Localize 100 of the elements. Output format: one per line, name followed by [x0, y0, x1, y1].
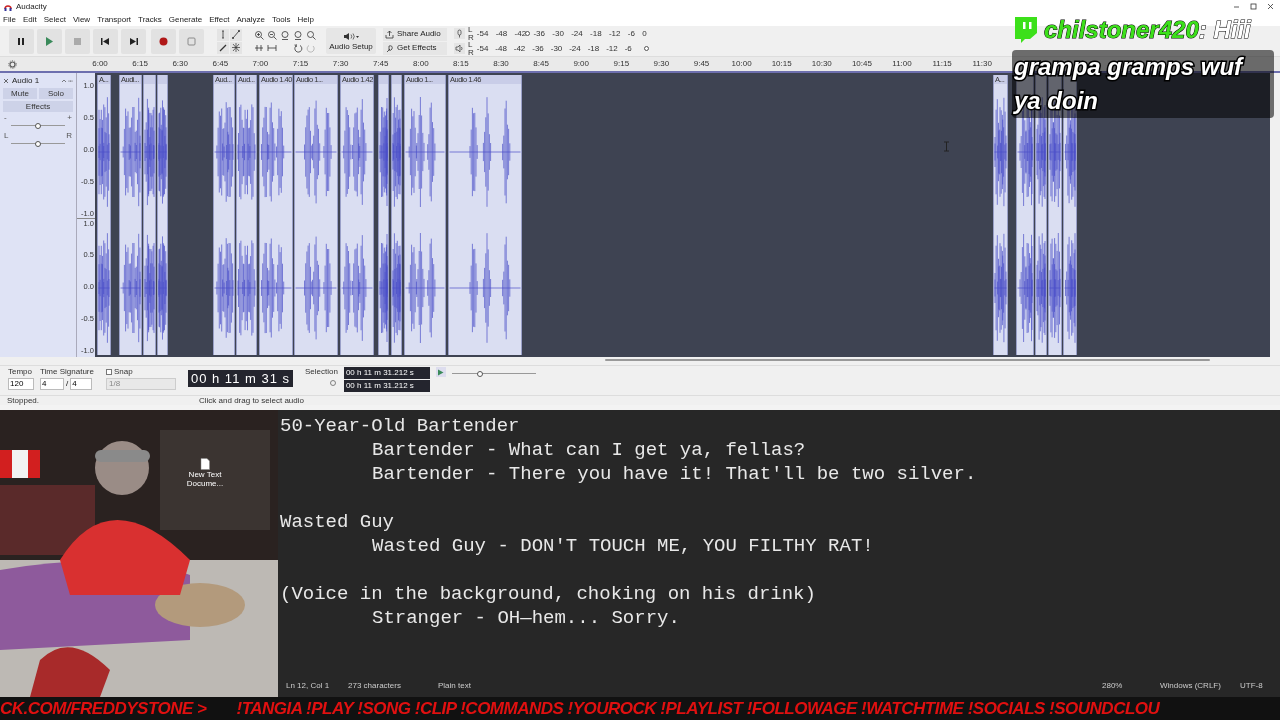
meter-scale-label: -54 — [476, 29, 489, 38]
menu-item[interactable]: File — [3, 14, 16, 25]
text-line: 50-Year-Old Bartender — [280, 414, 520, 438]
share-audio-button[interactable]: Share Audio — [383, 27, 447, 41]
time-tick-label: 8:30 — [493, 59, 509, 69]
get-effects-button[interactable]: Get Effects — [383, 41, 447, 55]
time-tick-label: 6:00 — [92, 59, 108, 69]
menu-item[interactable]: Transport — [97, 14, 132, 25]
time-tick-label: 8:00 — [413, 59, 429, 69]
time-display[interactable]: 00 h 11 m 31 s — [187, 370, 293, 387]
channel-label: L — [468, 41, 474, 49]
beats-field[interactable]: 4 — [40, 378, 64, 390]
status-text: Stopped. — [7, 396, 40, 405]
slider-label: R — [66, 132, 72, 140]
meter-scale-label: -42 — [514, 29, 527, 38]
channel-label: R — [468, 33, 474, 41]
time-tick-label: 7:15 — [292, 59, 309, 69]
slider-label: L — [4, 132, 9, 140]
chat-message: grampa gramps wuf ya doin — [1012, 50, 1274, 118]
menu-item[interactable]: Generate — [168, 14, 203, 25]
meter-scale-label: -24 — [571, 29, 583, 38]
menu-item[interactable]: Effect — [209, 14, 230, 25]
time-tick-label: 11:30 — [972, 59, 992, 69]
time-tick-label: 6:30 — [172, 59, 188, 69]
text-line: Bartender - What can I get ya, fellas? — [372, 438, 806, 462]
time-tick-label: 6:15 — [132, 59, 148, 69]
separator-label: / — [66, 378, 69, 390]
menu-item[interactable]: Tools — [271, 14, 291, 25]
menu-item[interactable]: Edit — [22, 14, 37, 25]
selection-end-field[interactable]: 00 h 11 m 31.212 s — [343, 380, 430, 392]
time-tick-label: 10:30 — [811, 59, 832, 69]
status-text: Plain text — [438, 680, 472, 692]
desktop-icon-label[interactable]: New Text Docume... — [180, 470, 230, 488]
time-tick-label: 7:00 — [252, 59, 269, 69]
checkbox-label: Snap — [113, 367, 133, 377]
time-tick-label: 6:45 — [212, 59, 229, 69]
mute-button[interactable]: Mute — [3, 88, 37, 99]
time-tick-label: 9:15 — [613, 59, 630, 69]
track-name[interactable]: Audio 1 — [12, 76, 58, 86]
status-text: Ln 12, Col 1 — [286, 680, 331, 692]
status-text: Click and drag to select audio — [199, 396, 304, 405]
meter-scale-label: -18 — [587, 44, 600, 53]
text-line: Stranger - OH—hem... Sorry. — [372, 606, 680, 630]
text-line: (Voice in the background, choking on his drink) — [280, 582, 816, 606]
time-tick-label: 10:45 — [851, 59, 872, 69]
meter-scale-label: -6 — [627, 29, 635, 38]
meter-scale-label: -36 — [532, 44, 544, 53]
meter-scale-label: -48 — [495, 29, 508, 38]
channel-label: R — [468, 48, 474, 56]
meter-scale-label: -30 — [550, 44, 563, 53]
meter-scale-label: -6 — [624, 44, 632, 53]
channel-label: L — [468, 26, 474, 34]
meter-scale-label: -42 — [513, 44, 526, 53]
status-text: 280% — [1102, 680, 1124, 692]
meter-scale-label: -54 — [476, 44, 489, 53]
menu-item[interactable]: Tracks — [138, 14, 162, 25]
audio-setup-button[interactable]: Audio Setup — [326, 28, 376, 54]
status-text: 273 characters — [348, 680, 402, 692]
solo-button[interactable]: Solo — [39, 88, 73, 99]
menu-item[interactable]: View — [72, 14, 91, 25]
time-tick-label: 10:15 — [771, 59, 792, 69]
time-tick-label: 7:30 — [332, 59, 349, 69]
meter-scale-label: -18 — [590, 29, 602, 38]
ticker-text: CK.COM/FREDDYSTONE > — [0, 698, 207, 720]
status-text: Windows (CRLF) — [1160, 680, 1222, 692]
meter-scale-label: -24 — [569, 44, 581, 53]
meter-scale-label: -30 — [552, 29, 564, 38]
time-tick-label: 7:45 — [372, 59, 389, 69]
time-tick-label: 11:00 — [892, 59, 912, 69]
meter-scale-label: 0 — [642, 29, 647, 38]
window-title: Audacity — [16, 1, 47, 12]
text-line: Wasted Guy — [280, 510, 395, 534]
menu-item[interactable]: Select — [43, 14, 66, 25]
chat-message: chilstoner420: Hiii — [1044, 15, 1251, 45]
effects-button[interactable]: Effects — [3, 101, 73, 112]
selection-start-field[interactable]: 00 h 11 m 31.212 s — [343, 367, 430, 379]
menu-item[interactable]: Help — [297, 14, 315, 25]
ticker-text: !TANGIA !PLAY !SONG !CLIP !COMMANDS !YOUROCK !PLAYLIST !FOLLOWAGE !WATCHTIME !SOCIALS !SOUNDCLOU — [236, 698, 1160, 720]
meter-scale-label: -36 — [533, 29, 545, 38]
field-label: Time Signature — [40, 367, 94, 377]
time-tick-label: 9:00 — [573, 59, 589, 69]
time-tick-label: 9:45 — [693, 59, 710, 69]
slider-label: - — [4, 114, 7, 122]
tempo-field[interactable]: 120 — [8, 378, 34, 390]
menu-item[interactable]: Analyze — [236, 14, 265, 25]
time-tick-label: 9:30 — [653, 59, 670, 69]
meter-scale-label: -48 — [495, 44, 507, 53]
meter-track[interactable]: -54 -48 -42 -36 -30 -24 -18 -12 -6 0 — [476, 27, 647, 40]
time-tick-label: 8:45 — [533, 59, 549, 69]
beat-unit-dropdown[interactable]: 4 — [70, 378, 93, 390]
meter-track[interactable]: -54 -48 -42 -36 -30 -24 -18 -12 -6 — [476, 42, 647, 55]
field-label: Tempo — [8, 367, 33, 377]
text-line: Bartender - There you have it! That'll be two silver. — [372, 462, 977, 486]
time-tick-label: 11:15 — [932, 59, 952, 69]
field-label: Selection — [305, 367, 338, 377]
meter-scale-label: -12 — [606, 44, 618, 53]
text-line: Wasted Guy - DON'T TOUCH ME, YOU FILTHY RAT! — [372, 534, 874, 558]
meter-scale-label: -12 — [608, 29, 621, 38]
time-tick-label: 8:15 — [453, 59, 469, 69]
time-tick-label: 10:00 — [731, 59, 752, 69]
